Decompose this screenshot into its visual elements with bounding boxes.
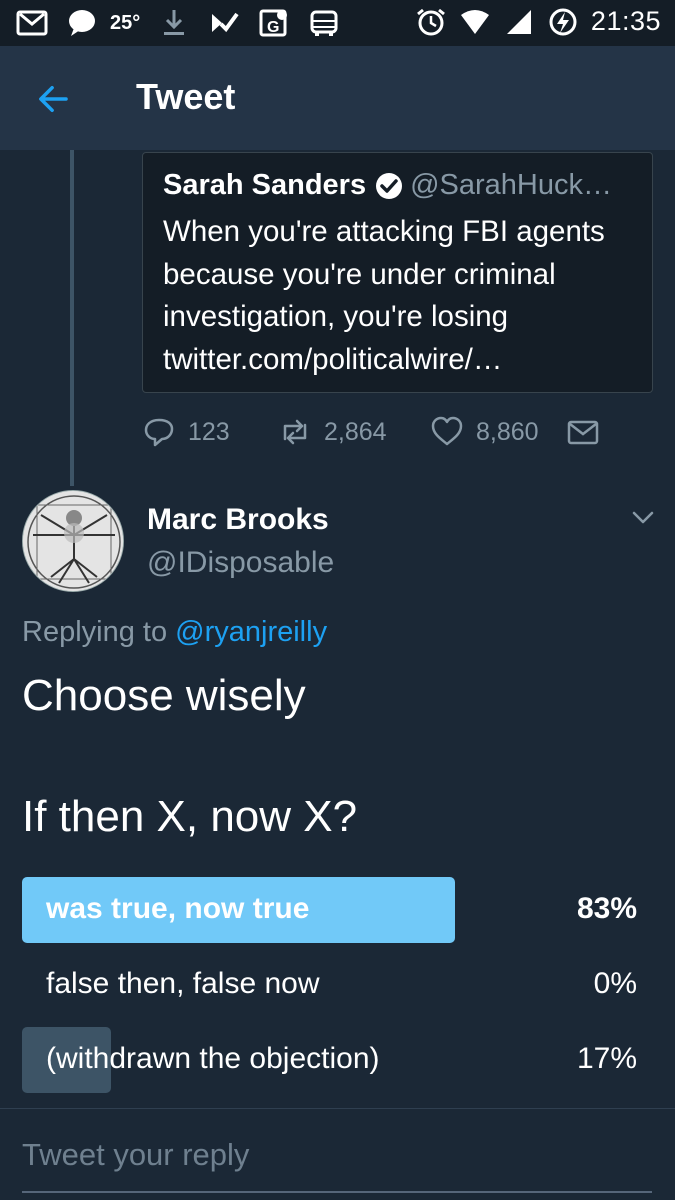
retweet-icon	[283, 419, 307, 445]
poll-question: If then X, now X?	[22, 792, 358, 841]
reply-composer[interactable]: Tweet your reply	[0, 1108, 675, 1200]
download-icon	[158, 8, 190, 38]
envelope-icon	[567, 420, 599, 445]
reply-input[interactable]: Tweet your reply	[22, 1137, 249, 1173]
maps-icon: G	[258, 8, 290, 38]
vitruvian-man-avatar-image	[23, 491, 123, 591]
poll-option-label: false then, false now	[46, 967, 320, 1000]
verified-badge-icon	[374, 171, 404, 201]
tweet-options-button[interactable]	[630, 508, 656, 528]
arrow-left-icon	[39, 85, 68, 113]
quoted-tweet-text: When you're attacking FBI agents because…	[163, 215, 605, 376]
poll-option-percent: 83%	[576, 892, 637, 925]
bus-icon	[308, 8, 340, 38]
quoted-author-handle: @SarahHuck…	[410, 169, 613, 201]
avatar[interactable]	[22, 490, 124, 592]
author-handle[interactable]: @IDisposable	[147, 546, 334, 580]
back-button[interactable]	[30, 76, 76, 122]
temperature: 25°	[110, 11, 141, 34]
replying-prefix: Replying to	[22, 616, 168, 648]
poll-option-label: was true, now true	[46, 892, 310, 925]
status-bar: 25° G 21:35	[0, 0, 675, 46]
quoted-author-name: Sarah Sanders	[163, 169, 367, 201]
replying-to-line: Replying to @ryanjreilly	[22, 616, 327, 649]
tweet-body-text: Choose wisely	[22, 671, 306, 720]
reply-action[interactable]: 123	[142, 415, 278, 449]
app-bar: Tweet	[0, 46, 675, 150]
svg-text:G: G	[267, 19, 279, 36]
clock: 21:35	[590, 6, 661, 36]
poll-option: was true, now true 83%	[22, 877, 637, 943]
reply-input-underline	[22, 1191, 652, 1193]
heart-icon	[431, 416, 463, 446]
chevron-down-icon	[632, 511, 654, 524]
like-count: 8,860	[476, 417, 539, 446]
wifi-icon	[459, 7, 491, 37]
poll-option-percent: 0%	[593, 967, 637, 1000]
reply-icon	[144, 418, 174, 447]
replying-to-mention-link[interactable]: @ryanjreilly	[175, 616, 327, 648]
poll-option: false then, false now 0%	[22, 952, 637, 1018]
gmail-icon	[16, 8, 48, 38]
quoted-tweet-card[interactable]: Sarah Sanders @SarahHuck… When you're at…	[142, 152, 653, 393]
thread-connector-line	[70, 150, 74, 486]
page-title: Tweet	[136, 76, 236, 117]
alarm-icon	[415, 7, 447, 37]
direct-message-action[interactable]	[566, 415, 600, 449]
tweet-actions: 123 2,864 8,860	[142, 412, 600, 452]
tasks-icon	[208, 8, 240, 38]
poll-option-percent: 17%	[576, 1042, 637, 1075]
tweet-detail-screen: 25° G 21:35 Tweet Sarah Sanders @SarahHu…	[0, 0, 675, 1200]
reply-count: 123	[188, 417, 230, 446]
retweet-count: 2,864	[324, 417, 387, 446]
battery-charging-icon	[547, 7, 579, 37]
retweet-action[interactable]: 2,864	[278, 415, 430, 449]
poll-option: (withdrawn the objection) 17%	[22, 1027, 637, 1093]
message-icon	[66, 8, 98, 38]
like-action[interactable]: 8,860	[430, 415, 566, 449]
author-name[interactable]: Marc Brooks	[147, 503, 329, 537]
poll-option-label: (withdrawn the objection)	[46, 1042, 380, 1075]
signal-icon	[503, 7, 535, 37]
